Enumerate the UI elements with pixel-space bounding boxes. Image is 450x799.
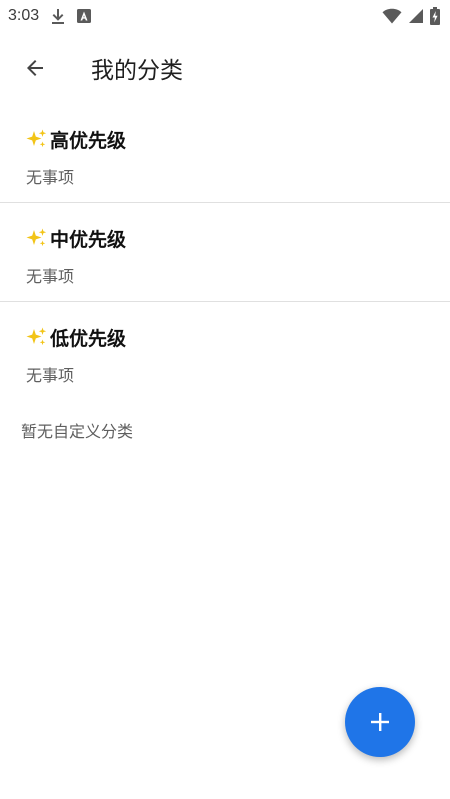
plus-icon (371, 713, 389, 731)
category-item-low[interactable]: 低优先级 无事项 (0, 302, 450, 401)
category-count: 无事项 (26, 168, 75, 187)
cell-signal-icon (408, 8, 424, 24)
sparkles-icon (26, 327, 47, 346)
back-button[interactable] (9, 42, 61, 94)
category-count: 无事项 (26, 366, 75, 385)
status-time: 3:03 (8, 7, 40, 24)
status-left: 3:03 (8, 7, 92, 25)
empty-custom-categories-note: 暂无自定义分类 (21, 422, 134, 441)
wifi-icon (382, 8, 402, 24)
category-name: 低优先级 (50, 327, 127, 350)
sparkles-icon (26, 228, 47, 247)
category-item-medium[interactable]: 中优先级 无事项 (0, 203, 450, 302)
status-right (382, 7, 440, 25)
status-bar: 3:03 (0, 0, 450, 32)
arrow-back-icon (27, 60, 43, 76)
category-name: 高优先级 (50, 129, 127, 152)
download-icon (51, 8, 65, 24)
add-category-button[interactable] (345, 687, 415, 757)
page-title: 我的分类 (91, 58, 183, 84)
app-bar: 我的分类 (0, 32, 450, 104)
sparkles-icon (26, 129, 47, 148)
category-title-row: 低优先级 (26, 324, 450, 350)
category-name: 中优先级 (50, 228, 127, 251)
category-list: 高优先级 无事项 中优先级 无事项 低优先级 无事项 (0, 104, 450, 401)
screen: 3:03 我的分类 高优先级 无事项 中优先级 无事项 低优先级 无事项 暂无自… (0, 0, 450, 799)
category-title-row: 高优先级 (26, 126, 450, 152)
category-title-row: 中优先级 (26, 225, 450, 251)
category-count: 无事项 (26, 267, 75, 286)
category-item-high[interactable]: 高优先级 无事项 (0, 104, 450, 203)
app-notification-icon (77, 9, 92, 23)
battery-charging-icon (430, 7, 440, 25)
